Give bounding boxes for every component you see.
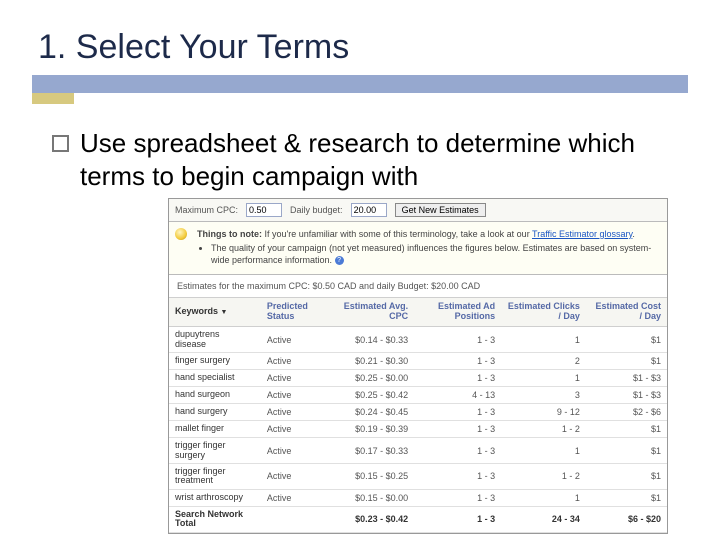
cell-keyword: finger surgery — [169, 353, 253, 370]
cell-cost: $1 — [586, 421, 667, 438]
cell-total-label: Search Network Total — [169, 506, 253, 532]
cell-clicks: 1 — [501, 327, 586, 353]
cell-pos: 1 - 3 — [414, 327, 501, 353]
cell-keyword: trigger finger surgery — [169, 438, 253, 464]
table-row: hand surgeryActive$0.24 - $0.451 - 39 - … — [169, 404, 667, 421]
cell-status: Active — [253, 404, 331, 421]
cell-pos: 4 - 13 — [414, 387, 501, 404]
tool-screenshot: Maximum CPC: Daily budget: Get New Estim… — [168, 198, 668, 534]
cell-keyword: hand surgeon — [169, 387, 253, 404]
cell-status: Active — [253, 353, 331, 370]
daily-budget-label: Daily budget: — [290, 205, 343, 215]
cell-total-clicks: 24 - 34 — [501, 506, 586, 532]
cell-clicks: 1 - 2 — [501, 463, 586, 489]
cell-cost: $1 — [586, 489, 667, 506]
cell-pos: 1 - 3 — [414, 489, 501, 506]
cell-avgcpc: $0.25 - $0.42 — [331, 387, 414, 404]
table-row: wrist arthroscopyActive$0.15 - $0.001 - … — [169, 489, 667, 506]
col-keywords[interactable]: Keywords ▼ — [169, 298, 253, 327]
note-line-1a: If you're unfamiliar with some of this t… — [265, 229, 533, 239]
note-box: Things to note: If you're unfamiliar wit… — [169, 222, 667, 275]
cell-total-pos: 1 - 3 — [414, 506, 501, 532]
table-row: dupuytrens diseaseActive$0.14 - $0.331 -… — [169, 327, 667, 353]
accent-bar — [32, 75, 688, 93]
col-cost[interactable]: Estimated Cost / Day — [586, 298, 667, 327]
cell-status: Active — [253, 421, 331, 438]
cell-total-cost: $6 - $20 — [586, 506, 667, 532]
cell-avgcpc: $0.15 - $0.25 — [331, 463, 414, 489]
cell-clicks: 9 - 12 — [501, 404, 586, 421]
cell-keyword: trigger finger treatment — [169, 463, 253, 489]
table-total-row: Search Network Total $0.23 - $0.421 - 324… — [169, 506, 667, 532]
estimates-table: Keywords ▼ Predicted Status Estimated Av… — [169, 297, 667, 532]
table-row: hand specialistActive$0.25 - $0.001 - 31… — [169, 370, 667, 387]
slide-title: 1. Select Your Terms — [38, 28, 688, 67]
cell-cost: $1 — [586, 353, 667, 370]
cell-clicks: 1 - 2 — [501, 421, 586, 438]
cell-total-status — [253, 506, 331, 532]
table-row: hand surgeonActive$0.25 - $0.424 - 133$1… — [169, 387, 667, 404]
max-cpc-input[interactable] — [246, 203, 282, 217]
cell-cost: $1 — [586, 327, 667, 353]
lightbulb-icon — [175, 228, 187, 240]
cell-pos: 1 - 3 — [414, 438, 501, 464]
cell-clicks: 1 — [501, 438, 586, 464]
cell-clicks: 1 — [501, 489, 586, 506]
cell-avgcpc: $0.21 - $0.30 — [331, 353, 414, 370]
table-row: trigger finger treatmentActive$0.15 - $0… — [169, 463, 667, 489]
cell-status: Active — [253, 370, 331, 387]
cell-pos: 1 - 3 — [414, 463, 501, 489]
cell-avgcpc: $0.19 - $0.39 — [331, 421, 414, 438]
note-line-1b: . — [632, 229, 635, 239]
cell-cost: $2 - $6 — [586, 404, 667, 421]
cell-pos: 1 - 3 — [414, 421, 501, 438]
glossary-link[interactable]: Traffic Estimator glossary — [532, 229, 632, 239]
cell-status: Active — [253, 438, 331, 464]
cell-keyword: mallet finger — [169, 421, 253, 438]
get-estimates-button[interactable]: Get New Estimates — [395, 203, 486, 217]
cell-keyword: dupuytrens disease — [169, 327, 253, 353]
cell-avgcpc: $0.17 - $0.33 — [331, 438, 414, 464]
cell-avgcpc: $0.15 - $0.00 — [331, 489, 414, 506]
cell-cost: $1 - $3 — [586, 370, 667, 387]
daily-budget-input[interactable] — [351, 203, 387, 217]
table-row: finger surgeryActive$0.21 - $0.301 - 32$… — [169, 353, 667, 370]
cell-clicks: 3 — [501, 387, 586, 404]
estimates-line: Estimates for the maximum CPC: $0.50 CAD… — [169, 275, 667, 297]
cell-status: Active — [253, 387, 331, 404]
cell-keyword: hand specialist — [169, 370, 253, 387]
cell-cost: $1 — [586, 438, 667, 464]
col-status[interactable]: Predicted Status — [253, 298, 331, 327]
cell-total-avgcpc: $0.23 - $0.42 — [331, 506, 414, 532]
cell-avgcpc: $0.24 - $0.45 — [331, 404, 414, 421]
info-icon[interactable]: ? — [335, 256, 344, 265]
tool-controls-row: Maximum CPC: Daily budget: Get New Estim… — [169, 199, 667, 222]
cell-avgcpc: $0.25 - $0.00 — [331, 370, 414, 387]
cell-clicks: 2 — [501, 353, 586, 370]
cell-status: Active — [253, 463, 331, 489]
note-heading: Things to note: — [197, 229, 262, 239]
cell-clicks: 1 — [501, 370, 586, 387]
cell-avgcpc: $0.14 - $0.33 — [331, 327, 414, 353]
cell-status: Active — [253, 327, 331, 353]
cell-keyword: hand surgery — [169, 404, 253, 421]
table-row: mallet fingerActive$0.19 - $0.391 - 31 -… — [169, 421, 667, 438]
cell-cost: $1 - $3 — [586, 387, 667, 404]
table-row: trigger finger surgeryActive$0.17 - $0.3… — [169, 438, 667, 464]
cell-pos: 1 - 3 — [414, 370, 501, 387]
col-avgcpc[interactable]: Estimated Avg. CPC — [331, 298, 414, 327]
col-pos[interactable]: Estimated Ad Positions — [414, 298, 501, 327]
cell-pos: 1 - 3 — [414, 353, 501, 370]
max-cpc-label: Maximum CPC: — [175, 205, 238, 215]
note-line-2: The quality of your campaign (not yet me… — [211, 243, 651, 265]
cell-keyword: wrist arthroscopy — [169, 489, 253, 506]
cell-pos: 1 - 3 — [414, 404, 501, 421]
cell-cost: $1 — [586, 463, 667, 489]
body-text: Use spreadsheet & research to determine … — [80, 127, 678, 192]
sort-desc-icon: ▼ — [221, 309, 228, 316]
cell-status: Active — [253, 489, 331, 506]
col-clicks[interactable]: Estimated Clicks / Day — [501, 298, 586, 327]
